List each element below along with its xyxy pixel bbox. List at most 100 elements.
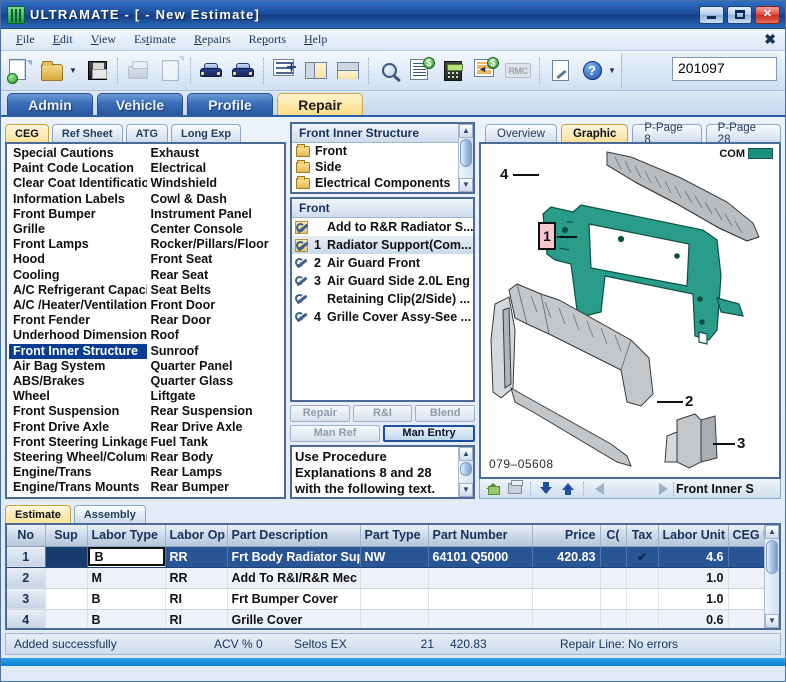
- cell-labor_op[interactable]: RR: [165, 546, 227, 567]
- scroll-up-button[interactable]: ▲: [765, 525, 779, 539]
- ceg-item[interactable]: Front Suspension: [9, 404, 147, 419]
- cell-labor_op[interactable]: RI: [165, 588, 227, 609]
- parts-box[interactable]: Front Add to R&R Radiator S...1Radiator …: [290, 197, 475, 402]
- ceg-item[interactable]: Front Drive Axle: [9, 420, 147, 435]
- cell-part_type[interactable]: NW: [360, 546, 428, 567]
- cell-co[interactable]: [600, 567, 626, 588]
- ceg-item[interactable]: Front Seat: [147, 252, 285, 267]
- cell-sup[interactable]: [45, 546, 87, 567]
- cell-labor_type[interactable]: B: [87, 546, 165, 567]
- prev-arrow-icon[interactable]: [590, 480, 608, 497]
- print-icon[interactable]: [506, 480, 524, 497]
- cell-tax[interactable]: [626, 588, 658, 609]
- ceg-item[interactable]: Wheel: [9, 389, 147, 404]
- group-folder-item[interactable]: Electrical Components: [292, 175, 473, 191]
- cell-sup[interactable]: [45, 567, 87, 588]
- cell-part_number[interactable]: [428, 588, 532, 609]
- close-button[interactable]: ✕: [755, 6, 780, 24]
- ceg-item[interactable]: Rear Suspension: [147, 404, 285, 419]
- tab-vehicle[interactable]: Vehicle: [97, 93, 183, 115]
- scroll-thumb[interactable]: [460, 462, 472, 476]
- ceg-item[interactable]: Center Console: [147, 222, 285, 237]
- scroll-up-button[interactable]: ▲: [459, 447, 473, 461]
- ceg-item[interactable]: Rear Body: [147, 450, 285, 465]
- ceg-item[interactable]: Front Inner Structure: [9, 344, 147, 359]
- group-folder-item[interactable]: Side: [292, 159, 473, 175]
- ceg-item[interactable]: Engine/Body Under Co: [9, 496, 147, 499]
- cell-labor_op[interactable]: RR: [165, 567, 227, 588]
- cell-part_description[interactable]: Frt Bumper Cover: [227, 588, 360, 609]
- cell-labor_unit[interactable]: 1.0: [658, 567, 728, 588]
- estimate-id-field[interactable]: 201097: [672, 57, 777, 81]
- ceg-item[interactable]: Rocker/Pillars/Floor: [147, 237, 285, 252]
- table-row[interactable]: 2MRRAdd To R&I/R&R Mec1.01.0: [7, 567, 764, 588]
- table-row[interactable]: 3BRIFrt Bumper Cover1.01.0: [7, 588, 764, 609]
- help-dropdown-caret[interactable]: ▼: [609, 55, 619, 87]
- download-icon[interactable]: [537, 480, 555, 497]
- cell-price[interactable]: [532, 567, 600, 588]
- vehicle-front-icon[interactable]: [196, 55, 226, 87]
- ceg-item[interactable]: Front Bumper: [9, 207, 147, 222]
- print-preview-icon[interactable]: [155, 55, 185, 87]
- rmc-icon[interactable]: RMC: [502, 55, 534, 87]
- split-horizontal-icon[interactable]: [333, 55, 363, 87]
- column-header-price[interactable]: Price: [532, 525, 600, 546]
- cell-ceg_unit[interactable]: 4.6: [728, 546, 764, 567]
- cell-co[interactable]: [600, 588, 626, 609]
- column-header-no[interactable]: No: [7, 525, 45, 546]
- tab-graphic[interactable]: Graphic: [561, 124, 628, 142]
- help-icon[interactable]: ?: [577, 55, 607, 87]
- group-scrollbar[interactable]: ▲ ▼: [458, 124, 473, 192]
- labor-type-input[interactable]: B: [88, 547, 165, 566]
- cell-labor_type[interactable]: B: [87, 588, 165, 609]
- cell-tax[interactable]: [626, 609, 658, 628]
- part-list-item[interactable]: 4Grille Cover Assy-See ...: [292, 308, 473, 326]
- ceg-item[interactable]: Front Fender: [9, 313, 147, 328]
- tab-p-page-28[interactable]: P-Page 28: [706, 124, 781, 142]
- tab-repair[interactable]: Repair: [277, 93, 363, 115]
- tab-long-exp[interactable]: Long Exp: [171, 124, 241, 142]
- cell-part_type[interactable]: [360, 588, 428, 609]
- ceg-item[interactable]: Instrument Panel: [147, 207, 285, 222]
- cell-part_description[interactable]: Add To R&I/R&R Mec: [227, 567, 360, 588]
- open-folder-icon[interactable]: [38, 55, 68, 87]
- ceg-item[interactable]: Roof: [147, 328, 285, 343]
- ceg-item[interactable]: Rear Lamps: [147, 465, 285, 480]
- tab-profile[interactable]: Profile: [187, 93, 273, 115]
- tab-overview[interactable]: Overview: [485, 124, 557, 142]
- tax-check-icon[interactable]: ✔: [637, 550, 647, 564]
- cell-price[interactable]: 420.83: [532, 546, 600, 567]
- next-arrow-icon[interactable]: [654, 480, 672, 497]
- tab-p-page-8[interactable]: P-Page 8: [632, 124, 701, 142]
- cell-sup[interactable]: [45, 609, 87, 628]
- ceg-item[interactable]: Windshield: [147, 176, 285, 191]
- ceg-item[interactable]: Clear Coat Identification: [9, 176, 147, 191]
- column-header-sup[interactable]: Sup: [45, 525, 87, 546]
- estimate-grid-scrollbar[interactable]: ▲ ▼: [764, 525, 779, 628]
- ceg-item[interactable]: Engine/Trans Mounts: [9, 480, 147, 495]
- ceg-item[interactable]: Engine/Trans: [9, 465, 147, 480]
- ceg-item[interactable]: Cooling: [9, 268, 147, 283]
- scroll-thumb[interactable]: [766, 540, 778, 574]
- ceg-item[interactable]: Sunroof: [147, 344, 285, 359]
- ceg-item[interactable]: Quarter Glass: [147, 374, 285, 389]
- ceg-item[interactable]: Electrical: [147, 161, 285, 176]
- scroll-thumb[interactable]: [460, 139, 472, 167]
- column-header-tax[interactable]: Tax: [626, 525, 658, 546]
- cell-tax[interactable]: [626, 567, 658, 588]
- tab-admin[interactable]: Admin: [7, 93, 93, 115]
- ceg-item[interactable]: Rear Seat: [147, 268, 285, 283]
- table-row[interactable]: 1BRRFrt Body Radiator SupNW64101 Q500042…: [7, 546, 764, 567]
- report-dollar-icon[interactable]: $: [406, 55, 436, 87]
- ceg-item[interactable]: Quarter Panel: [147, 359, 285, 374]
- close-document-icon[interactable]: ✖: [764, 31, 776, 48]
- vehicle-rear-icon[interactable]: [228, 55, 258, 87]
- menu-item-help[interactable]: Help: [295, 30, 336, 49]
- cell-price[interactable]: [532, 609, 600, 628]
- ceg-item[interactable]: Grille: [9, 222, 147, 237]
- cell-labor_op[interactable]: RI: [165, 609, 227, 628]
- print-icon[interactable]: [123, 55, 153, 87]
- cell-price[interactable]: [532, 588, 600, 609]
- column-header-ceg_unit[interactable]: CEG Unit: [728, 525, 764, 546]
- ceg-list[interactable]: Special CautionsPaint Code LocationClear…: [5, 142, 286, 499]
